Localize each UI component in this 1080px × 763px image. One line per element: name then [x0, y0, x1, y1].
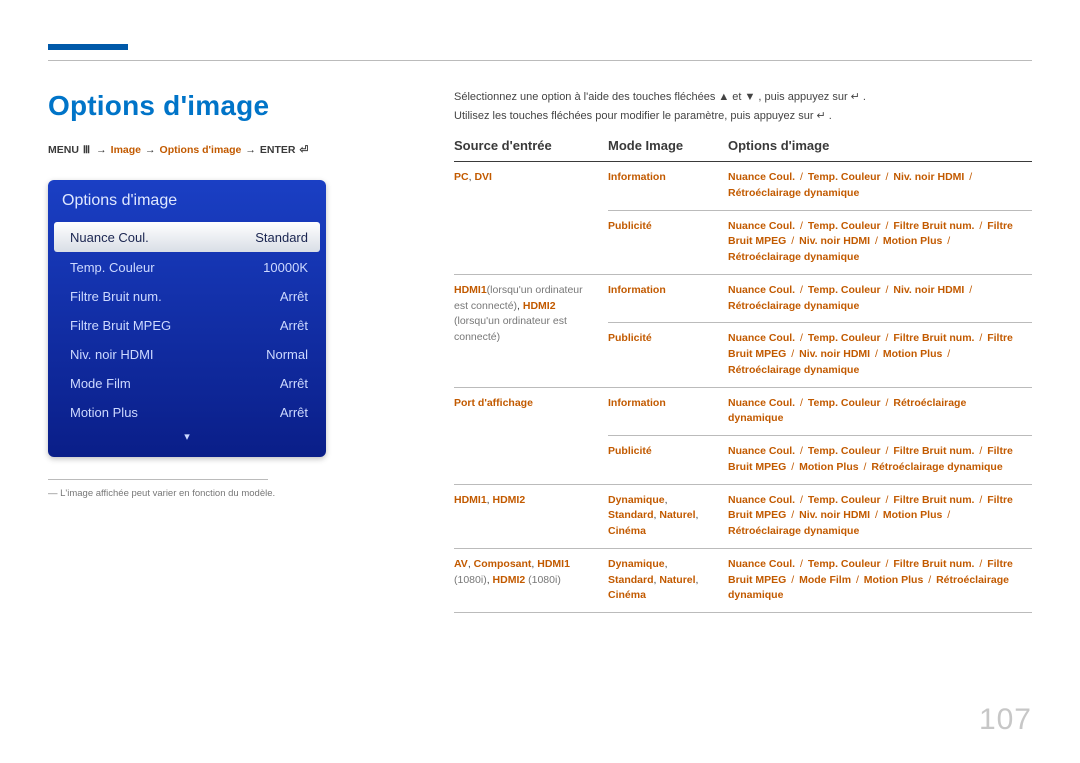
cell-source: PC, DVI — [454, 162, 608, 275]
options-panel: Options d'image Nuance Coul. Standard Temp… — [48, 180, 326, 457]
panel-rows: Nuance Coul. Standard Temp. Couleur 10000K F… — [48, 222, 326, 426]
panel-row-label: Filtre Bruit MPEG — [70, 318, 171, 333]
table-row: HDMI1(lorsqu'un ordinateur est connecté)… — [454, 274, 1032, 323]
breadcrumb-menu: MENU — [48, 144, 79, 156]
header-accent — [48, 44, 128, 50]
panel-row[interactable]: Filtre Bruit MPEG Arrêt — [48, 311, 326, 339]
footnote-rule — [48, 479, 268, 480]
cell-mode: Publicité — [608, 210, 728, 274]
th-options: Options d'image — [728, 138, 1032, 162]
panel-row-label: Nuance Coul. — [70, 230, 149, 245]
panel-row-value: Standard — [255, 230, 308, 245]
glyph-icon: ↵ — [851, 90, 860, 103]
cell-mode: Publicité — [608, 436, 728, 485]
breadcrumb-image: Image — [111, 144, 141, 156]
breadcrumb-options: Options d'image — [160, 144, 242, 156]
arrow-icon: → — [96, 144, 107, 156]
options-table: Source d'entrée Mode Image Options d'ima… — [454, 138, 1032, 613]
panel-row-label: Filtre Bruit num. — [70, 289, 162, 304]
panel-row[interactable]: Filtre Bruit num. Arrêt — [48, 282, 326, 310]
panel-header: Options d'image — [48, 180, 326, 222]
menu-icon: Ⅲ — [83, 144, 90, 156]
instruction-line: Utilisez les touches fléchées pour modif… — [454, 109, 1032, 122]
cell-options: Nuance Coul. / Temp. Couleur / Filtre Br… — [728, 436, 1032, 485]
cell-mode: Dynamique, Standard, Naturel, Cinéma — [608, 548, 728, 612]
cell-mode: Dynamique, Standard, Naturel, Cinéma — [608, 484, 728, 548]
panel-row[interactable]: Mode Film Arrêt — [48, 369, 326, 397]
cell-options: Nuance Coul. / Temp. Couleur / Rétroécla… — [728, 387, 1032, 436]
table-row: HDMI1, HDMI2Dynamique, Standard, Naturel… — [454, 484, 1032, 548]
panel-row-label: Motion Plus — [70, 405, 138, 420]
panel-row-label: Niv. noir HDMI — [70, 347, 154, 362]
th-source: Source d'entrée — [454, 138, 608, 162]
cell-mode: Information — [608, 274, 728, 323]
panel-row-value: Normal — [266, 347, 308, 362]
panel-row-label: Temp. Couleur — [70, 260, 155, 275]
cell-source: HDMI1, HDMI2 — [454, 484, 608, 548]
cell-source: AV, Composant, HDMI1 (1080i), HDMI2 (108… — [454, 548, 608, 612]
panel-row-label: Mode Film — [70, 376, 131, 391]
cell-mode: Information — [608, 162, 728, 211]
panel-row-value: Arrêt — [280, 289, 308, 304]
cell-source: HDMI1(lorsqu'un ordinateur est connecté)… — [454, 274, 608, 387]
panel-row-value: 10000K — [263, 260, 308, 275]
page-title: Options d'image — [48, 90, 438, 122]
enter-icon: ⏎ — [299, 144, 308, 156]
footnote: ― L'image affichée peut varier en foncti… — [48, 488, 438, 499]
cell-options: Nuance Coul. / Temp. Couleur / Filtre Br… — [728, 548, 1032, 612]
cell-options: Nuance Coul. / Temp. Couleur / Niv. noir… — [728, 162, 1032, 211]
breadcrumb: MENU Ⅲ → Image → Options d'image → ENTER⏎ — [48, 144, 438, 156]
panel-row[interactable]: Niv. noir HDMI Normal — [48, 340, 326, 368]
chevron-down-icon[interactable]: ▾ — [48, 430, 326, 443]
cell-source: Port d'affichage — [454, 387, 608, 484]
table-row: PC, DVIInformationNuance Coul. / Temp. C… — [454, 162, 1032, 211]
panel-row[interactable]: Motion Plus Arrêt — [48, 398, 326, 426]
glyph-icon: ▲ — [718, 91, 729, 103]
arrow-icon: → — [145, 144, 156, 156]
cell-options: Nuance Coul. / Temp. Couleur / Filtre Br… — [728, 323, 1032, 387]
panel-row-value: Arrêt — [280, 318, 308, 333]
instruction-line: Sélectionnez une option à l'aide des tou… — [454, 90, 1032, 103]
table-row: AV, Composant, HDMI1 (1080i), HDMI2 (108… — [454, 548, 1032, 612]
arrow-icon: → — [245, 144, 256, 156]
glyph-icon: ↵ — [817, 109, 826, 122]
cell-options: Nuance Coul. / Temp. Couleur / Filtre Br… — [728, 210, 1032, 274]
cell-options: Nuance Coul. / Temp. Couleur / Niv. noir… — [728, 274, 1032, 323]
cell-options: Nuance Coul. / Temp. Couleur / Filtre Br… — [728, 484, 1032, 548]
panel-row[interactable]: Temp. Couleur 10000K — [48, 253, 326, 281]
glyph-icon: ▼ — [744, 91, 755, 103]
th-mode: Mode Image — [608, 138, 728, 162]
panel-row-value: Arrêt — [280, 376, 308, 391]
page-number: 107 — [979, 703, 1032, 737]
cell-mode: Information — [608, 387, 728, 436]
header-rule — [48, 60, 1032, 61]
breadcrumb-enter: ENTER — [260, 144, 296, 156]
table-row: Port d'affichageInformationNuance Coul. … — [454, 387, 1032, 436]
panel-row-value: Arrêt — [280, 405, 308, 420]
cell-mode: Publicité — [608, 323, 728, 387]
panel-row[interactable]: Nuance Coul. Standard — [54, 222, 320, 252]
